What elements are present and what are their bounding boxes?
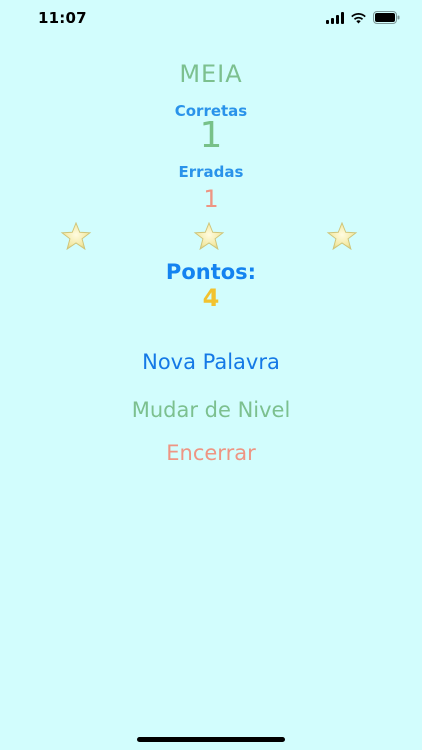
- wifi-icon: [351, 12, 366, 23]
- wrong-count: 1: [203, 185, 219, 213]
- level-title: MEIA: [179, 60, 243, 88]
- signal-icon: [326, 11, 344, 24]
- new-word-button[interactable]: Nova Palavra: [0, 350, 422, 374]
- wrong-label: Erradas: [178, 163, 244, 181]
- status-icons: [326, 11, 400, 24]
- points-value: 4: [202, 284, 220, 312]
- change-level-button[interactable]: Mudar de Nivel: [0, 398, 422, 422]
- home-indicator[interactable]: [137, 737, 285, 742]
- star-icon: [326, 222, 358, 250]
- battery-icon: [373, 11, 400, 24]
- status-time: 11:07: [38, 9, 87, 27]
- star-icon: [193, 222, 225, 250]
- points-label: Pontos:: [165, 260, 257, 284]
- star-icon: [60, 222, 92, 250]
- quit-button[interactable]: Encerrar: [0, 441, 422, 465]
- status-bar: 11:07: [0, 0, 422, 36]
- correct-count: 1: [199, 115, 223, 156]
